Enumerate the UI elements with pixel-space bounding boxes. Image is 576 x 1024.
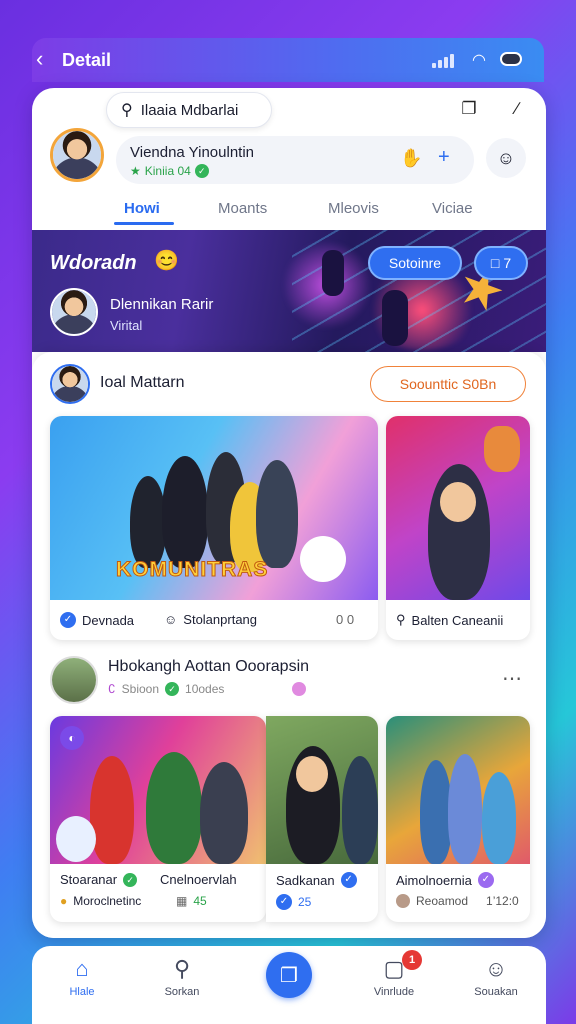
wifi-icon: ◠ <box>472 52 486 69</box>
star-icon: ★ <box>130 164 141 178</box>
post-tile-4[interactable] <box>266 716 378 922</box>
hero-banner: Wdoradn 😊 Sotoinre □ 7 Dlennikan Rarir V… <box>32 230 546 352</box>
tab-viciae[interactable]: Viciae <box>432 200 473 217</box>
avatar <box>396 894 410 908</box>
profile-subtitle: ★ Kiniia 04 ✓ <box>130 164 209 178</box>
like-icon[interactable]: ✋ <box>400 148 422 169</box>
search-icon: ⚲ <box>173 956 191 981</box>
banner-avatar[interactable] <box>50 288 98 336</box>
add-icon[interactable]: + <box>438 146 450 169</box>
section2-meta: ∁ Sbioon ✓ 10odes <box>108 682 307 696</box>
create-icon: ❐ <box>280 964 298 987</box>
logo-icon: ◐ <box>60 726 84 750</box>
page-icon: □ <box>490 255 500 271</box>
post-image <box>386 716 530 864</box>
post-tile-3[interactable]: ◐ Stoaranar ✓ ● Moroclnetinc <box>50 716 266 922</box>
profile-icon: ☺ <box>484 956 508 981</box>
edit-icon[interactable]: ∕ <box>504 96 530 122</box>
verified-icon: ✓ <box>276 894 292 910</box>
post-image: ◐ <box>50 716 266 864</box>
check-icon: ✓ <box>123 872 138 887</box>
post-label-2: Cnelnoervlah <box>160 872 237 887</box>
tab-howi[interactable]: Howi <box>124 200 160 217</box>
cartoon-icon <box>484 426 520 472</box>
dot-icon <box>292 682 307 696</box>
create-button[interactable]: ❐ <box>266 952 312 998</box>
nav-search[interactable]: ⚲ Sorkan <box>142 956 222 998</box>
pin-icon: ● <box>60 894 68 908</box>
post-meta-author: ⚲ Balten Caneanii <box>396 612 504 628</box>
more-icon[interactable]: ⋯ <box>502 666 522 691</box>
tab-underline <box>114 222 174 225</box>
notification-badge: 1 <box>402 950 422 970</box>
section1-button[interactable]: Soounttic S0Bn <box>370 366 526 402</box>
tab-bar: Howi Moants Mleovis Viciae <box>32 192 546 230</box>
check-icon: ✓ <box>165 682 180 696</box>
emoji-icon: ☺ <box>164 612 178 627</box>
banner-secondary-button[interactable]: □ 7 <box>474 246 528 280</box>
search-icon: ⚲ <box>121 102 133 119</box>
post-meta-tag: ☺ Stolanprtang <box>164 612 258 627</box>
post-sub-3: ✓ 25 <box>276 894 311 910</box>
banner-name: Dlennikan Rarir <box>110 296 214 313</box>
search-pill[interactable]: ⚲ Ilaaia Mdbarlai <box>106 92 272 128</box>
verified-icon: ✓ <box>60 612 76 628</box>
post-meta-author: ✓ Devnada <box>60 612 134 628</box>
post-label: Aimolnoernia ✓ <box>396 872 494 888</box>
nav-notifications[interactable]: ▢ Vinrlude <box>354 956 434 998</box>
post-tile-1[interactable]: KOMUNITRAS ✓ Devnada ☺ Stolanprtang 0 0 <box>50 416 378 640</box>
section-avatar[interactable] <box>50 364 90 404</box>
search-icon: ⚲ <box>396 612 406 627</box>
check-icon: ✓ <box>477 872 494 888</box>
signal-icon <box>432 54 454 68</box>
post-overlay-text: KOMUNITRAS <box>115 558 269 582</box>
post-tile-2[interactable]: ⚲ Balten Caneanii <box>386 416 530 640</box>
post-image <box>386 416 530 600</box>
nav-home[interactable]: ⌂ Hlale <box>42 956 122 998</box>
main-card: ⚲ Ilaaia Mdbarlai ❐ ∕ Viendna Yinoulntin… <box>32 88 546 938</box>
link-icon: ∁ <box>108 682 116 696</box>
profile-avatar[interactable] <box>50 128 104 182</box>
banner-subtitle: Virital <box>110 318 143 333</box>
tab-mleovis[interactable]: Mleovis <box>328 200 379 217</box>
share-icon[interactable]: ❐ <box>456 96 482 122</box>
smile-icon: 😊 <box>154 250 179 272</box>
nav-profile[interactable]: ☺ Souakan <box>456 956 536 998</box>
mascot-icon <box>56 816 96 862</box>
post-sub: Reoamod 1’12:0 <box>396 894 519 908</box>
post-image <box>266 716 378 864</box>
post-label-3: Sadkanan ✓ <box>276 872 357 888</box>
banner-title: Wdoradn <box>50 252 137 274</box>
check-icon: ✓ <box>194 164 209 178</box>
calendar-icon: ▦ <box>176 894 188 908</box>
section1-title: Ioal Mattarn <box>100 374 185 391</box>
window-title: Detail <box>62 50 112 70</box>
post-sub-2: ▦ 45 <box>176 894 207 908</box>
section2-avatar[interactable] <box>50 656 98 704</box>
home-icon: ⌂ <box>75 956 89 981</box>
verified-icon: ✓ <box>340 872 357 888</box>
mascot-icon <box>300 536 346 582</box>
bottom-nav: ⌂ Hlale ⚲ Sorkan ❐ ▢ Vinrlude 1 ☺ Souaka… <box>32 946 546 1024</box>
post-image: KOMUNITRAS <box>50 416 378 600</box>
post-tile-5[interactable]: Aimolnoernia ✓ Reoamod 1’12:0 <box>386 716 530 922</box>
search-label: Ilaaia Mdbarlai <box>140 101 239 119</box>
status-bar: ‹ Detail ◠ <box>32 38 544 82</box>
tab-moants[interactable]: Moants <box>218 200 267 217</box>
post-label: Stoaranar ✓ <box>60 872 138 887</box>
profile-info[interactable]: Viendna Yinoulntin ★ Kiniia 04 ✓ ✋ + <box>116 136 474 184</box>
post-sub: ● Moroclnetinc <box>60 894 142 908</box>
back-icon[interactable]: ‹ <box>36 48 43 70</box>
mascot-icon[interactable]: ☺ <box>486 138 526 178</box>
bell-icon: ▢ <box>383 956 405 981</box>
section2-title: Hbokangh Aottan Ooorapsin <box>108 658 310 675</box>
banner-primary-button[interactable]: Sotoinre <box>368 246 462 280</box>
profile-name: Viendna Yinoulntin <box>130 144 254 161</box>
battery-icon <box>500 52 522 66</box>
post-meta-count: 0 0 <box>336 612 355 627</box>
content-panel: Ioal Mattarn Soounttic S0Bn KOMUNITRAS ✓… <box>32 352 546 938</box>
